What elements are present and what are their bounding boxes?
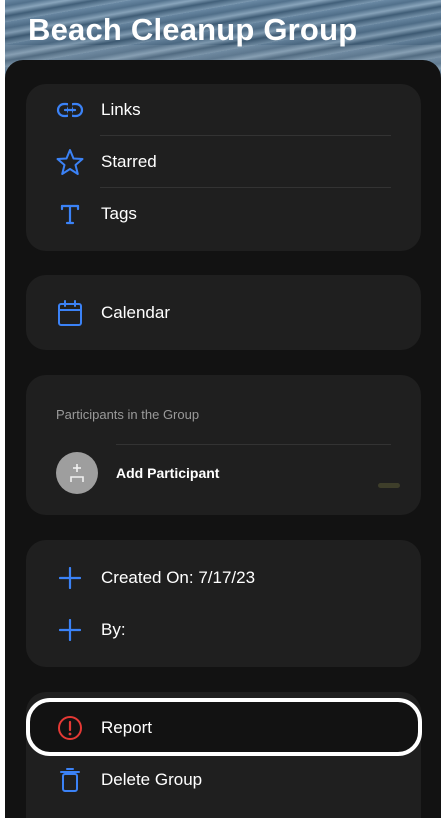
created-by-label: By: [101,620,126,639]
link-icon [56,96,84,124]
tags-label: Tags [101,204,137,223]
participants-card: Participants in the Group Add Participan… [26,375,421,515]
calendar-row[interactable]: Calendar [26,287,421,339]
delete-group-label: Delete Group [101,770,203,789]
participants-caption: Participants in the Group [56,407,200,422]
star-icon [56,148,84,176]
links-label: Links [101,100,141,119]
add-participant-button[interactable]: Add Participant [116,465,219,481]
info-card: Created On: 7/17/23 By: [26,540,421,667]
plus-icon [56,564,84,592]
indicator [378,483,400,488]
links-row[interactable]: Links [26,84,421,136]
text-icon [56,200,84,228]
page-title: Beach Cleanup Group [28,12,358,47]
plus-icon [56,616,84,644]
created-on-label: Created On: 7/17/23 [101,568,256,587]
calendar-card: Calendar [26,275,421,350]
trash-icon [56,766,84,794]
delete-group-row[interactable]: Delete Group [26,754,421,806]
created-by-row[interactable]: By: [26,604,421,656]
report-label: Report [101,718,153,737]
report-row[interactable]: Report [26,702,421,754]
starred-row[interactable]: Starred [26,136,421,188]
tags-row[interactable]: Tags [26,188,421,240]
calendar-icon [56,299,84,327]
add-person-icon[interactable] [56,452,98,494]
content-card: Links Starred Tags [26,84,421,251]
starred-label: Starred [101,152,157,171]
divider [116,444,391,445]
created-on-row[interactable]: Created On: 7/17/23 [26,552,421,604]
exclamation-circle-icon [56,714,84,742]
calendar-label: Calendar [101,303,170,322]
